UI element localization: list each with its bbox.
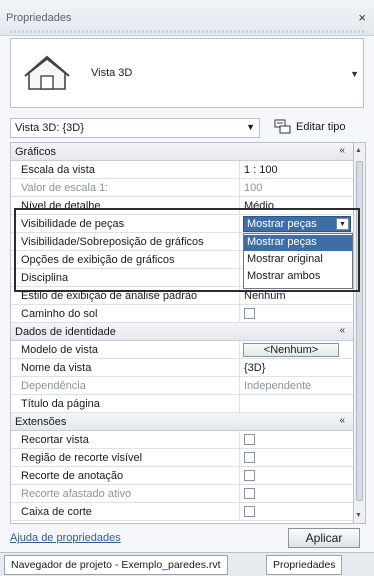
property-row[interactable]: Título da página bbox=[11, 395, 353, 413]
category-label: Gráficos bbox=[15, 146, 56, 158]
view-template-button[interactable]: <Nenhum> bbox=[243, 343, 339, 357]
vertical-scrollbar[interactable]: ▲ ▼ bbox=[354, 142, 366, 524]
instance-selector[interactable]: Vista 3D: {3D} ▼ bbox=[10, 118, 260, 138]
chevron-down-icon: ▼ bbox=[246, 122, 255, 132]
crop-view-checkbox[interactable] bbox=[244, 434, 255, 445]
collapse-icon[interactable]: « bbox=[339, 325, 345, 336]
property-value[interactable]: 1 : 100 bbox=[244, 164, 278, 176]
property-row[interactable]: Escala da vista 1 : 100 bbox=[11, 161, 353, 179]
chevron-down-icon[interactable]: ▼ bbox=[350, 69, 359, 79]
scroll-down-icon[interactable]: ▼ bbox=[355, 512, 362, 519]
property-row: Recorte afastado ativo bbox=[11, 485, 353, 503]
property-name: Estilo de exibição de análise padrão bbox=[21, 290, 198, 302]
category-extents[interactable]: Extensões « bbox=[11, 413, 353, 431]
dropdown-option[interactable]: Mostrar original bbox=[244, 252, 352, 268]
collapse-icon[interactable]: « bbox=[339, 145, 345, 156]
property-row: Dependência Independente bbox=[11, 377, 353, 395]
property-row[interactable]: Recorte de anotação bbox=[11, 467, 353, 485]
property-row[interactable]: Nome da vista {3D} bbox=[11, 359, 353, 377]
property-row[interactable]: Modelo de vista <Nenhum> bbox=[11, 341, 353, 359]
tab-project-browser[interactable]: Navegador de projeto - Exemplo_paredes.r… bbox=[4, 555, 228, 575]
property-name: Nível de detalhe bbox=[21, 200, 101, 212]
property-value[interactable]: Nenhum bbox=[244, 290, 286, 302]
property-row: Valor de escala 1: 100 bbox=[11, 179, 353, 197]
property-name: Recorte afastado ativo bbox=[21, 488, 132, 500]
property-name: Recortar vista bbox=[21, 434, 89, 446]
parts-visibility-select[interactable]: Mostrar peças ▼ bbox=[243, 216, 351, 232]
property-name: Opções de exibição de gráficos bbox=[21, 254, 175, 266]
panel-footer: Ajuda de propriedades Aplicar bbox=[10, 526, 364, 550]
property-value: Independente bbox=[244, 380, 312, 392]
edit-type-label: Editar tipo bbox=[296, 121, 346, 133]
type-selector[interactable]: Vista 3D ▼ bbox=[10, 38, 364, 108]
property-name: Nome da vista bbox=[21, 362, 92, 374]
dock-tabs: Navegador de projeto - Exemplo_paredes.r… bbox=[0, 552, 374, 576]
property-name: Valor de escala 1: bbox=[21, 182, 109, 194]
property-name: Título da página bbox=[21, 398, 100, 410]
instance-selector-value: Vista 3D: {3D} bbox=[15, 122, 84, 134]
property-grid: Gráficos « Escala da vista 1 : 100 Valor… bbox=[10, 142, 354, 524]
property-row[interactable]: Região de recorte visível bbox=[11, 449, 353, 467]
property-row[interactable]: Nível de detalhe Médio bbox=[11, 197, 353, 215]
tab-properties[interactable]: Propriedades bbox=[266, 555, 343, 575]
dropdown-option[interactable]: Mostrar ambos bbox=[244, 269, 352, 285]
scroll-up-icon[interactable]: ▲ bbox=[355, 147, 362, 154]
property-row[interactable]: Estilo de exibição de análise padrão Nen… bbox=[11, 287, 353, 305]
annotation-crop-checkbox[interactable] bbox=[244, 470, 255, 481]
property-row[interactable]: Caixa de corte bbox=[11, 503, 353, 521]
property-row[interactable]: Visibilidade de peças Mostrar peças ▼ bbox=[11, 215, 353, 233]
property-name: Modelo de vista bbox=[21, 344, 99, 356]
property-name: Caixa de corte bbox=[21, 506, 92, 518]
property-name: Caminho do sol bbox=[21, 308, 98, 320]
instance-row: Vista 3D: {3D} ▼ Editar tipo bbox=[10, 116, 364, 140]
property-value: 100 bbox=[244, 182, 263, 194]
property-name: Recorte de anotação bbox=[21, 470, 124, 482]
property-name: Visibilidade/Sobreposição de gráficos bbox=[21, 236, 204, 248]
edit-type-button[interactable]: Editar tipo bbox=[274, 118, 366, 138]
category-label: Extensões bbox=[15, 416, 67, 428]
edit-type-icon bbox=[274, 119, 291, 134]
window-title: Propriedades bbox=[6, 12, 72, 24]
type-name: Vista 3D bbox=[91, 67, 133, 79]
property-name: Visibilidade de peças bbox=[21, 218, 125, 230]
chevron-down-icon[interactable]: ▼ bbox=[336, 218, 349, 230]
panel-grip[interactable] bbox=[10, 30, 364, 33]
property-name: Região de recorte visível bbox=[21, 452, 143, 464]
category-graphics[interactable]: Gráficos « bbox=[11, 143, 353, 161]
property-name: Escala da vista bbox=[21, 164, 95, 176]
select-value: Mostrar peças bbox=[247, 218, 317, 230]
sun-path-checkbox[interactable] bbox=[244, 308, 255, 319]
collapse-icon[interactable]: « bbox=[339, 415, 345, 426]
property-name: Dependência bbox=[21, 380, 86, 392]
house-3d-icon bbox=[19, 49, 75, 99]
dropdown-option[interactable]: Mostrar peças bbox=[244, 235, 352, 251]
property-row[interactable]: Recortar vista bbox=[11, 431, 353, 449]
property-row[interactable]: Caminho do sol bbox=[11, 305, 353, 323]
apply-button[interactable]: Aplicar bbox=[288, 528, 360, 548]
close-icon[interactable]: × bbox=[358, 10, 366, 25]
scroll-thumb[interactable] bbox=[356, 161, 363, 501]
far-clip-checkbox bbox=[244, 488, 255, 499]
parts-visibility-dropdown[interactable]: Mostrar peças Mostrar original Mostrar a… bbox=[243, 233, 353, 289]
crop-region-visible-checkbox[interactable] bbox=[244, 452, 255, 463]
property-value[interactable]: Médio bbox=[244, 200, 274, 212]
property-name: Disciplina bbox=[21, 272, 69, 284]
property-value[interactable]: {3D} bbox=[244, 362, 265, 374]
category-label: Dados de identidade bbox=[15, 326, 116, 338]
category-identity[interactable]: Dados de identidade « bbox=[11, 323, 353, 341]
section-box-checkbox[interactable] bbox=[244, 506, 255, 517]
properties-help-link[interactable]: Ajuda de propriedades bbox=[10, 532, 121, 544]
